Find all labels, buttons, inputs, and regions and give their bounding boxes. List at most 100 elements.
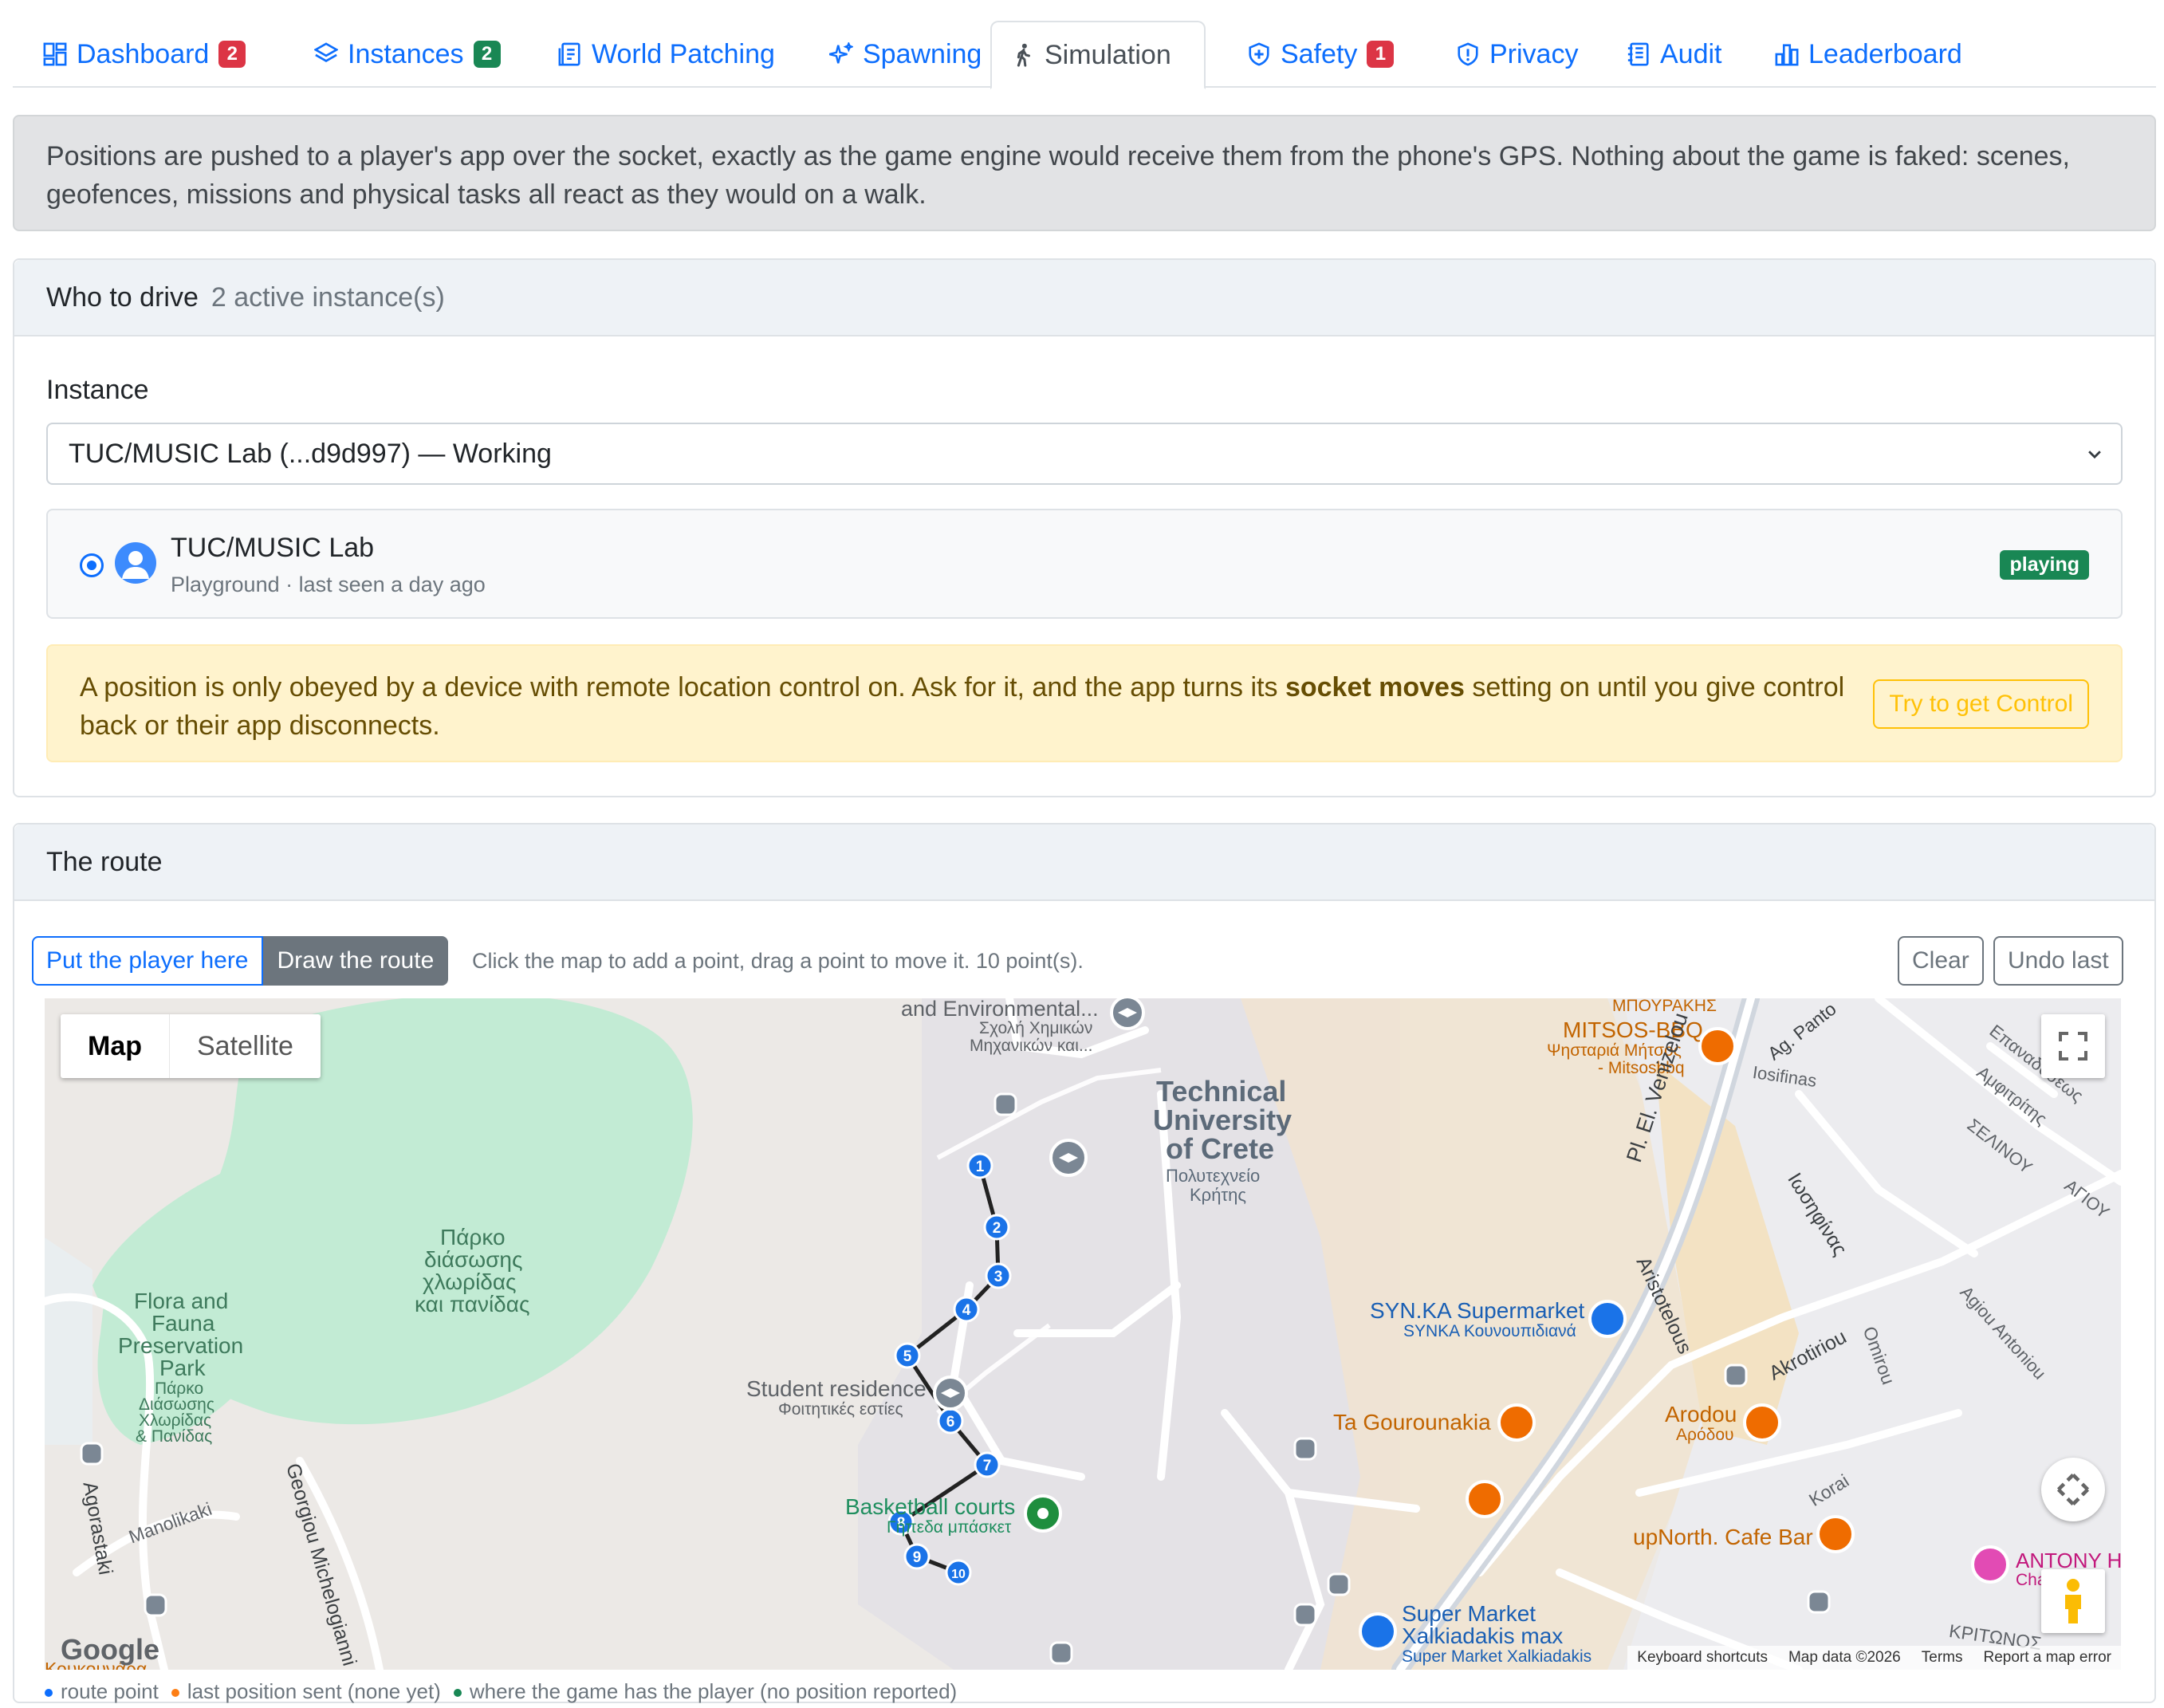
google-logo: Google <box>61 1633 159 1666</box>
map-legend: route point last position sent (none yet… <box>45 1679 957 1704</box>
person-icon <box>122 551 149 579</box>
draw-route-button[interactable]: Draw the route <box>262 936 449 986</box>
status-badge: playing <box>2000 550 2089 580</box>
get-control-button[interactable]: Try to get Control <box>1873 679 2089 729</box>
map-data-text: Map data ©2026 <box>1788 1649 1901 1666</box>
map-label: Κρήτης <box>1190 1185 1246 1205</box>
bar-chart-icon <box>1775 44 1799 66</box>
map-label: Arodou <box>1665 1402 1737 1427</box>
map-type-map-button[interactable]: Map <box>61 1014 170 1078</box>
warning-text-bold: socket moves <box>1285 672 1465 702</box>
move-arrows-icon <box>2056 1473 2090 1506</box>
map-label: ΜΠΟΥΡΑΚΗΣ <box>1612 998 1717 1015</box>
tab-spawning[interactable]: Spawning <box>810 21 1001 88</box>
tab-dashboard[interactable]: Dashboard 2 <box>24 21 265 88</box>
who-to-drive-card: Who to drive 2 active instance(s) Instan… <box>13 258 2156 797</box>
tab-privacy[interactable]: Privacy <box>1437 21 1597 88</box>
camera-control-button[interactable] <box>2041 1458 2105 1521</box>
tab-label: Privacy <box>1489 38 1579 69</box>
legend-last-sent: last position sent (none yet) <box>171 1679 441 1704</box>
player-subtitle: Playground · last seen a day ago <box>171 573 486 596</box>
school-pin-icon <box>1049 1139 1088 1177</box>
layers-icon <box>314 42 338 62</box>
terms-link[interactable]: Terms <box>1922 1649 1963 1667</box>
card-header: The route <box>14 824 2154 901</box>
card-header: Who to drive 2 active instance(s) <box>14 260 2154 336</box>
info-alert: Positions are pushed to a player's app o… <box>13 115 2156 231</box>
shield-exclamation-icon <box>1458 42 1478 66</box>
player-row[interactable]: TUC/MUSIC Lab Playground · last seen a d… <box>46 509 2123 619</box>
pegman-icon <box>2065 1579 2081 1623</box>
tab-badge: 2 <box>473 41 501 68</box>
instance-count: 2 active instance(s) <box>210 281 445 313</box>
tab-label: Dashboard <box>77 38 210 69</box>
card-title: Who to drive <box>46 281 199 313</box>
fullscreen-button[interactable] <box>2041 1014 2105 1078</box>
route-map[interactable]: 1 2 3 4 5 6 7 8 9 10 and Environmental..… <box>45 998 2121 1670</box>
school-pin-icon <box>933 1375 968 1411</box>
instance-label: Instance <box>46 375 149 405</box>
map-attribution: Keyboard shortcuts Map data ©2026 Terms … <box>1627 1646 2121 1670</box>
tab-audit[interactable]: Audit <box>1607 21 1741 88</box>
warning-text: A position is only obeyed by a device wi… <box>80 668 1850 745</box>
street-view-pegman-button[interactable] <box>2041 1569 2105 1633</box>
school-pin-icon <box>1110 998 1145 1030</box>
legend-game-position: where the game has the player (no positi… <box>453 1679 957 1704</box>
map-label: Αρόδου <box>1676 1426 1734 1444</box>
nav-tabs: Dashboard 2 Instances 2 World Patching S… <box>13 21 2156 89</box>
legend-dot <box>171 1689 179 1697</box>
map-label: Ta Gourounakia <box>1333 1410 1491 1434</box>
tab-label: Safety <box>1281 38 1358 69</box>
map-label: SYNKA Κουνουπιδιανά <box>1403 1322 1576 1340</box>
put-player-button[interactable]: Put the player here <box>32 936 263 986</box>
card-title: The route <box>46 846 163 877</box>
tab-label: World Patching <box>592 38 775 69</box>
map-label: SYN.KA Supermarket <box>1370 1298 1585 1323</box>
map-label: Student residence <box>746 1376 927 1401</box>
map-label: of Crete <box>1166 1132 1275 1165</box>
map-type-satellite-button[interactable]: Satellite <box>170 1014 321 1078</box>
keyboard-shortcuts-link[interactable]: Keyboard shortcuts <box>1637 1649 1768 1667</box>
walking-person-icon <box>1017 43 1030 67</box>
route-mode-toggle: Put the player here Draw the route <box>32 936 449 986</box>
tab-label: Instances <box>348 38 464 69</box>
map-label: Park <box>159 1356 206 1380</box>
dashboard-icon <box>43 42 67 66</box>
control-warning: A position is only obeyed by a device wi… <box>46 644 2123 762</box>
map-label: & Πανίδας <box>136 1427 213 1446</box>
player-name: TUC/MUSIC Lab <box>171 533 375 563</box>
poi-layer <box>80 998 2009 1665</box>
report-error-link[interactable]: Report a map error <box>1983 1649 2111 1667</box>
info-line-1: Positions are pushed to a player's app o… <box>46 141 2070 171</box>
legend-route-point: route point <box>45 1679 159 1704</box>
undo-last-button[interactable]: Undo last <box>1993 936 2123 986</box>
map-label: Xalkiadakis max <box>1402 1623 1564 1648</box>
tab-label: Audit <box>1660 38 1722 69</box>
map-label: Γήπεδα μπάσκετ <box>887 1518 1012 1537</box>
tab-simulation[interactable]: Simulation <box>990 21 1206 89</box>
document-icon <box>558 42 580 66</box>
map-label: και πανίδας <box>415 1292 530 1316</box>
map-type-control: Map Satellite <box>61 1014 321 1078</box>
fullscreen-icon <box>2059 1032 2087 1061</box>
legend-dot <box>45 1689 53 1697</box>
instance-select[interactable]: TUC/MUSIC Lab (...d9d997) — Working <box>46 423 2123 485</box>
warning-text-pre: A position is only obeyed by a device wi… <box>80 672 1285 702</box>
map-label: Μηχανικών και... <box>970 1037 1093 1055</box>
route-hint: Click the map to add a point, drag a poi… <box>472 949 1084 973</box>
instance-select-value: TUC/MUSIC Lab (...d9d997) — Working <box>69 438 552 469</box>
sparkles-icon <box>829 42 853 64</box>
map-label: Basketball courts <box>845 1494 1016 1519</box>
legend-dot <box>453 1689 462 1697</box>
tab-leaderboard[interactable]: Leaderboard <box>1756 21 1981 88</box>
tab-instances[interactable]: Instances 2 <box>295 21 520 88</box>
map-label: Super Market Xalkiadakis <box>1402 1647 1592 1666</box>
info-line-2: geofences, missions and physical tasks a… <box>46 179 927 210</box>
clear-button[interactable]: Clear <box>1898 936 1984 986</box>
hotel-pin-icon <box>1971 1545 2009 1584</box>
tab-safety[interactable]: Safety 1 <box>1228 21 1413 88</box>
player-radio[interactable] <box>80 553 104 577</box>
tab-world-patching[interactable]: World Patching <box>539 21 794 88</box>
journal-icon <box>1627 42 1649 66</box>
map-label: Πολυτεχνείο <box>1166 1166 1261 1186</box>
